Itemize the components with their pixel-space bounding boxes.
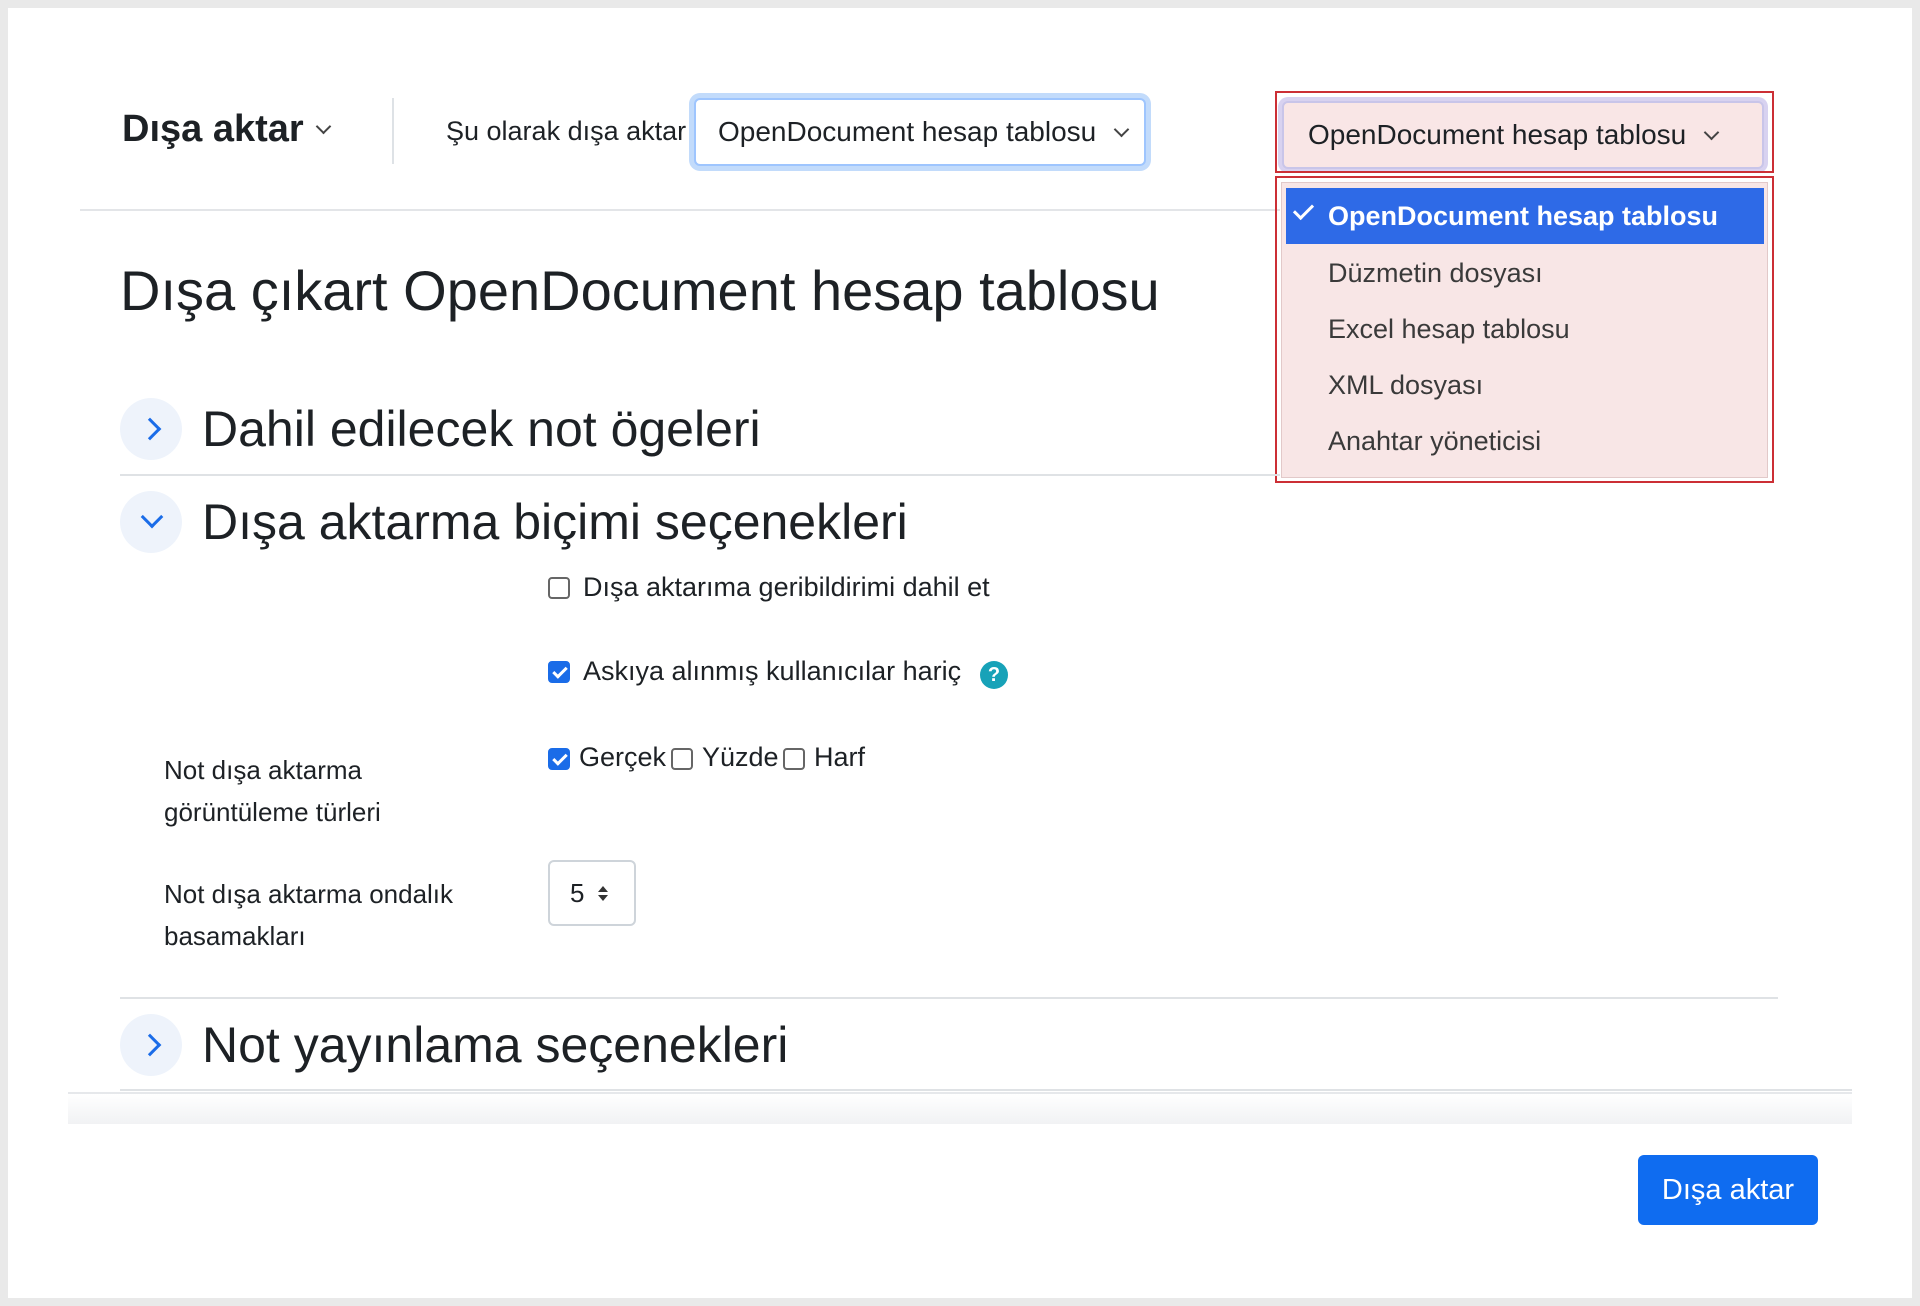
- export-button[interactable]: Dışa aktar: [1638, 1155, 1818, 1225]
- display-types-label: Not dışa aktarma görüntüleme türleri: [164, 755, 381, 827]
- display-type-percentage-checkbox[interactable]: [671, 748, 693, 770]
- section-divider: [120, 474, 1280, 476]
- include-feedback-checkbox[interactable]: [548, 577, 570, 599]
- section-divider: [120, 1089, 1852, 1091]
- section-title: Not yayınlama seçenekleri: [202, 1017, 789, 1073]
- export-menu-title: Dışa aktar: [122, 108, 304, 150]
- highlight-box-select: [1275, 91, 1774, 173]
- section-divider: [120, 997, 1778, 999]
- chevron-right-icon: [120, 1014, 182, 1076]
- section-export-format-options[interactable]: Dışa aktarma biçimi seçenekleri: [120, 491, 908, 553]
- chevron-right-icon: [120, 398, 182, 460]
- export-as-label: Şu olarak dışa aktar: [446, 116, 687, 146]
- chevron-down-icon: [120, 491, 182, 553]
- sticky-footer: [68, 1092, 1852, 1124]
- exclude-suspended-label: Askıya alınmış kullanıcılar hariç: [583, 656, 962, 686]
- display-type-percentage-label: Yüzde: [702, 742, 779, 772]
- exclude-suspended-checkbox[interactable]: [548, 661, 570, 683]
- decimal-points-select[interactable]: 5: [548, 860, 636, 926]
- display-type-real-checkbox[interactable]: [548, 748, 570, 770]
- chevron-down-icon: [1113, 121, 1130, 137]
- header-divider: [392, 98, 394, 164]
- export-menu-trigger[interactable]: Dışa aktar: [122, 108, 331, 151]
- header-divider-line: [80, 209, 1280, 211]
- decimal-points-value: 5: [570, 877, 585, 908]
- export-format-select[interactable]: OpenDocument hesap tablosu: [694, 98, 1146, 166]
- section-publishing-options[interactable]: Not yayınlama seçenekleri: [120, 1014, 788, 1076]
- section-title: Dahil edilecek not ögeleri: [202, 401, 761, 457]
- help-icon[interactable]: ?: [980, 661, 1008, 689]
- section-title: Dışa aktarma biçimi seçenekleri: [202, 494, 908, 550]
- display-type-real-label: Gerçek: [579, 742, 667, 772]
- chevron-down-icon: [315, 118, 331, 135]
- decimal-points-label: Not dışa aktarma ondalık basamakları: [164, 879, 454, 951]
- display-type-letter-checkbox[interactable]: [783, 748, 805, 770]
- export-format-value: OpenDocument hesap tablosu: [718, 116, 1097, 147]
- include-feedback-label: Dışa aktarıma geribildirimi dahil et: [583, 572, 990, 602]
- page-title: Dışa çıkart OpenDocument hesap tablosu: [120, 259, 1160, 322]
- section-grade-items[interactable]: Dahil edilecek not ögeleri: [120, 398, 761, 460]
- display-type-letter-label: Harf: [814, 742, 866, 772]
- sort-arrows-icon: [598, 885, 609, 901]
- highlight-box-menu: [1275, 176, 1774, 483]
